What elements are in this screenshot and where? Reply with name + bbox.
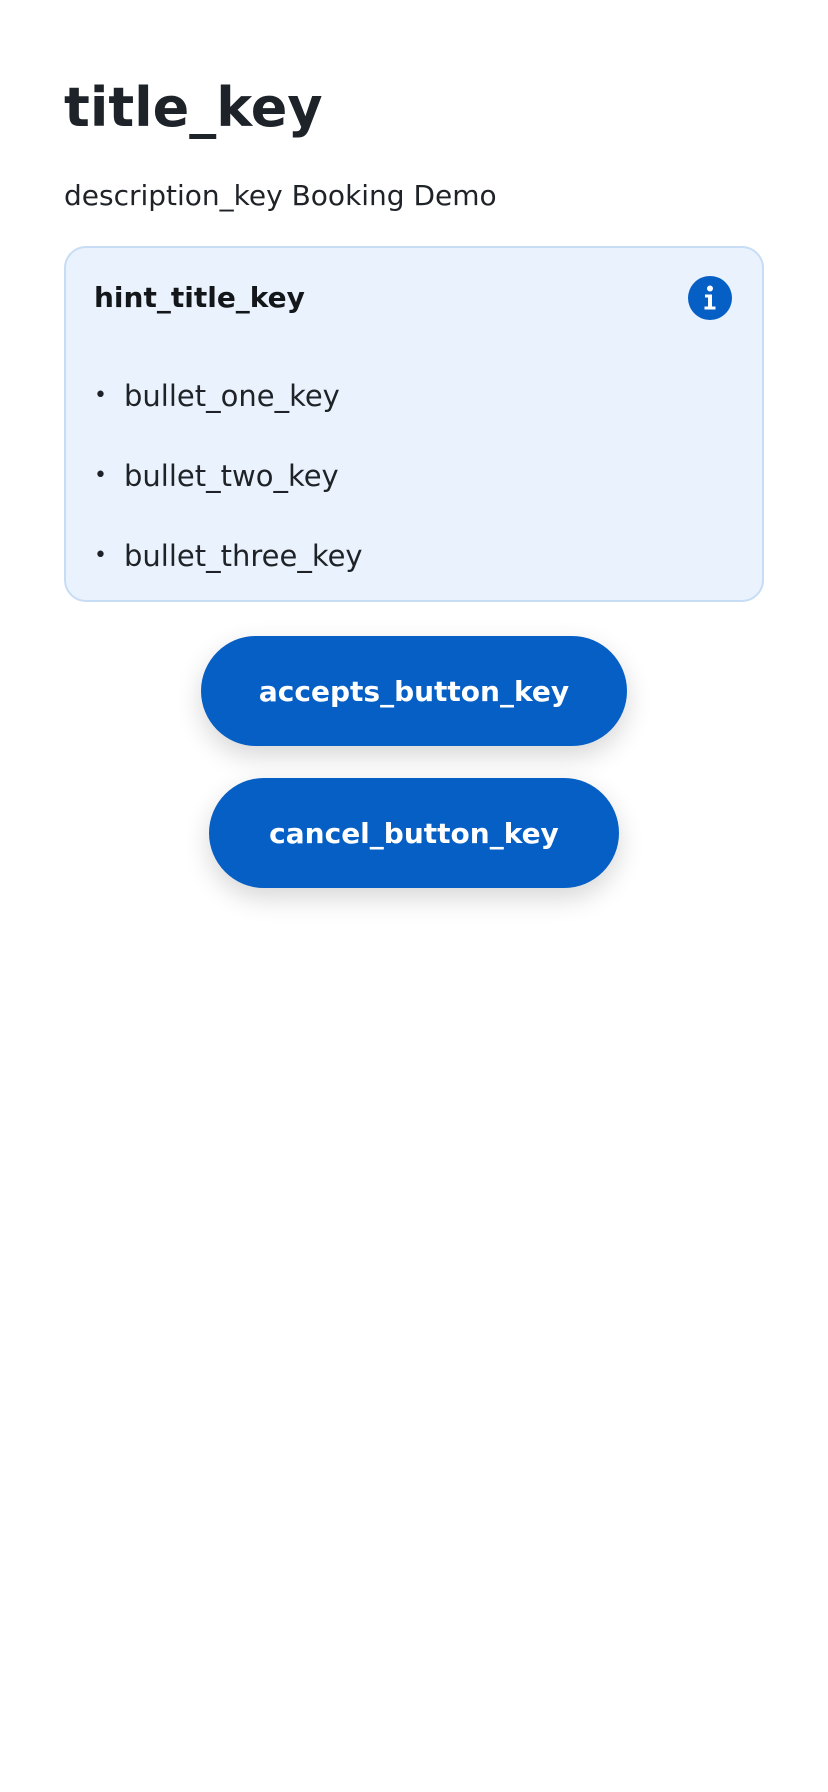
- hint-title: hint_title_key: [94, 281, 305, 314]
- bullet-dot-icon: •: [94, 463, 107, 488]
- bullet-dot-icon: •: [94, 543, 107, 568]
- page-title: title_key: [64, 76, 323, 139]
- bullet-dot-icon: •: [94, 383, 107, 408]
- list-item: • bullet_three_key: [94, 516, 363, 596]
- bullet-text: bullet_two_key: [124, 459, 339, 493]
- accept-button[interactable]: accepts_button_key: [201, 636, 627, 746]
- cancel-button[interactable]: cancel_button_key: [209, 778, 619, 888]
- list-item: • bullet_two_key: [94, 436, 363, 516]
- page-description: description_key Booking Demo: [64, 179, 497, 212]
- hint-bullet-list: • bullet_one_key • bullet_two_key • bull…: [94, 356, 363, 596]
- hint-card: hint_title_key • bullet_one_key • bullet…: [64, 246, 764, 602]
- info-icon: [688, 276, 732, 320]
- bullet-text: bullet_three_key: [124, 539, 363, 573]
- bullet-text: bullet_one_key: [124, 379, 340, 413]
- list-item: • bullet_one_key: [94, 356, 363, 436]
